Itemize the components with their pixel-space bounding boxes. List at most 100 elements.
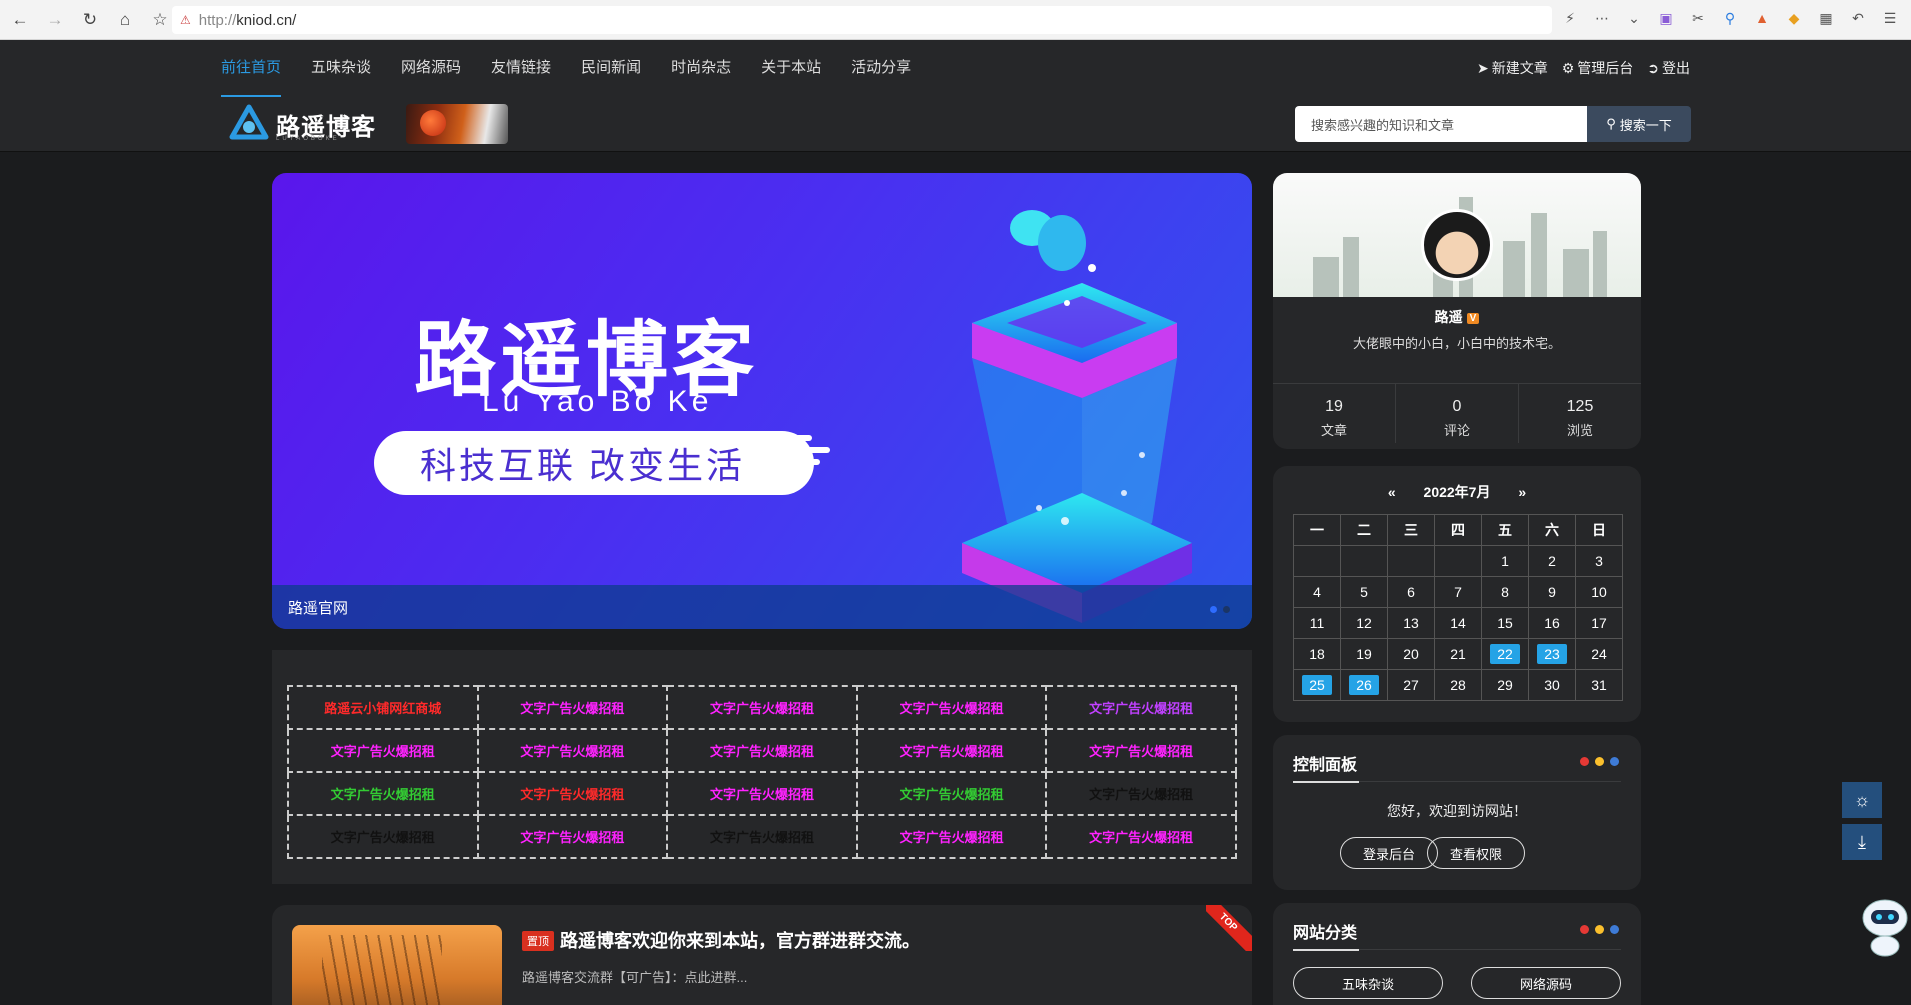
text-ad-link[interactable]: 文字广告火爆招租 xyxy=(855,728,1048,773)
site-logo[interactable]: 路遥博客 LUYAOBOKE xyxy=(228,100,508,148)
calendar-day[interactable]: 12 xyxy=(1340,607,1388,639)
text-ad-link[interactable]: 文字广告火爆招租 xyxy=(666,685,858,730)
text-ad-link[interactable]: 文字广告火爆招租 xyxy=(666,814,858,859)
nav-item-links[interactable]: 友情链接 xyxy=(491,40,551,95)
address-bar[interactable]: ⚠ http://kniod.cn/ xyxy=(172,6,1552,34)
calendar-day[interactable]: 20 xyxy=(1387,638,1435,670)
text-ad-link[interactable]: 文字广告火爆招租 xyxy=(476,771,669,816)
nav-item-about[interactable]: 关于本站 xyxy=(761,40,821,95)
calendar-day[interactable]: 13 xyxy=(1387,607,1435,639)
text-ad-link[interactable]: 文字广告火爆招租 xyxy=(666,771,858,816)
hero-banner[interactable]: 路遥博客 Lu Yao Bo Ke 科技互联 改变生活 路遥官网 xyxy=(272,173,1252,629)
nav-item-wuwei[interactable]: 五味杂谈 xyxy=(311,40,371,95)
text-ad-link[interactable]: 文字广告火爆招租 xyxy=(1045,814,1237,859)
calendar-next-button[interactable]: » xyxy=(1518,484,1526,500)
calendar-day[interactable]: 6 xyxy=(1387,576,1435,608)
text-ad-link[interactable]: 文字广告火爆招租 xyxy=(287,728,479,773)
calendar-day-post-marker[interactable]: 26 xyxy=(1349,675,1379,695)
calendar-day[interactable]: 26 xyxy=(1340,669,1388,701)
extension-icon[interactable]: ▣ xyxy=(1655,7,1677,29)
calendar-day[interactable]: 23 xyxy=(1528,638,1576,670)
apps-grid-icon[interactable]: ▦ xyxy=(1815,7,1837,29)
calendar-day-post-marker[interactable]: 23 xyxy=(1537,644,1567,664)
post-title[interactable]: 路遥博客欢迎你来到本站，官方群进群交流。 xyxy=(560,927,920,953)
slider-dot[interactable] xyxy=(1210,606,1217,613)
category-wuwei-button[interactable]: 五味杂谈 xyxy=(1293,967,1443,999)
calendar-day[interactable]: 22 xyxy=(1481,638,1529,670)
undo-icon[interactable]: ↶ xyxy=(1847,7,1869,29)
text-ad-link[interactable]: 文字广告火爆招租 xyxy=(476,814,669,859)
nav-item-news[interactable]: 民间新闻 xyxy=(581,40,641,95)
calendar-day-post-marker[interactable]: 22 xyxy=(1490,644,1520,664)
calendar-day[interactable]: 14 xyxy=(1434,607,1482,639)
more-icon[interactable]: ⋯ xyxy=(1591,7,1613,29)
back-icon[interactable]: ← xyxy=(5,5,35,35)
search-button[interactable]: ⚲ 搜索一下 xyxy=(1587,106,1691,142)
nav-item-source[interactable]: 网络源码 xyxy=(401,40,461,95)
calendar-day[interactable]: 8 xyxy=(1481,576,1529,608)
calendar-day[interactable]: 31 xyxy=(1575,669,1623,701)
calendar-day[interactable]: 9 xyxy=(1528,576,1576,608)
calendar-day[interactable]: 10 xyxy=(1575,576,1623,608)
logout-link[interactable]: ➲ 登出 xyxy=(1647,58,1690,78)
calendar-day[interactable]: 4 xyxy=(1293,576,1341,608)
calendar-day[interactable]: 28 xyxy=(1434,669,1482,701)
bookmark-star-icon[interactable]: ☆ xyxy=(145,5,175,35)
text-ad-link[interactable]: 文字广告火爆招租 xyxy=(855,814,1048,859)
admin-link[interactable]: ⚙ 管理后台 xyxy=(1562,58,1634,78)
home-icon[interactable]: ⌂ xyxy=(110,5,140,35)
calendar-day[interactable]: 24 xyxy=(1575,638,1623,670)
calendar-day[interactable]: 15 xyxy=(1481,607,1529,639)
calendar-day[interactable]: 5 xyxy=(1340,576,1388,608)
search-ext-icon[interactable]: ⚲ xyxy=(1719,7,1741,29)
calendar-prev-button[interactable]: « xyxy=(1388,484,1396,500)
calendar-day[interactable]: 7 xyxy=(1434,576,1482,608)
download-button[interactable]: ⤓ xyxy=(1842,824,1882,860)
calendar-day[interactable]: 1 xyxy=(1481,545,1529,577)
text-ad-link[interactable]: 文字广告火爆招租 xyxy=(287,814,479,859)
calendar-day[interactable]: 25 xyxy=(1293,669,1341,701)
calendar-day[interactable]: 3 xyxy=(1575,545,1623,577)
calendar-day[interactable]: 21 xyxy=(1434,638,1482,670)
game-icon[interactable]: ▲ xyxy=(1751,7,1773,29)
text-ad-link[interactable]: 文字广告火爆招租 xyxy=(1045,728,1237,773)
slider-dot[interactable] xyxy=(1223,606,1230,613)
robot-mascot-icon[interactable] xyxy=(1855,890,1911,960)
nav-item-fashion[interactable]: 时尚杂志 xyxy=(671,40,731,95)
calendar-day[interactable]: 19 xyxy=(1340,638,1388,670)
text-ad-link[interactable]: 文字广告火爆招租 xyxy=(1045,771,1237,816)
calendar-day[interactable]: 16 xyxy=(1528,607,1576,639)
calendar-day[interactable]: 2 xyxy=(1528,545,1576,577)
menu-icon[interactable]: ☰ xyxy=(1879,7,1901,29)
avatar[interactable] xyxy=(1421,209,1493,281)
search-input[interactable]: 搜索感兴趣的知识和文章 xyxy=(1295,106,1591,142)
text-ad-link[interactable]: 文字广告火爆招租 xyxy=(855,685,1048,730)
nav-item-events[interactable]: 活动分享 xyxy=(851,40,911,95)
text-ad-link[interactable]: 文字广告火爆招租 xyxy=(287,771,479,816)
text-ad-link[interactable]: 路遥云小铺网红商城 xyxy=(287,685,479,730)
text-ad-link[interactable]: 文字广告火爆招租 xyxy=(1045,685,1237,730)
nav-item-home[interactable]: 前往首页 xyxy=(221,40,282,97)
text-ad-link[interactable]: 文字广告火爆招租 xyxy=(666,728,858,773)
login-admin-button[interactable]: 登录后台 xyxy=(1340,837,1438,869)
calendar-day[interactable]: 17 xyxy=(1575,607,1623,639)
post-thumbnail[interactable] xyxy=(292,925,502,1005)
text-ad-link[interactable]: 文字广告火爆招租 xyxy=(476,728,669,773)
text-ad-link[interactable]: 文字广告火爆招租 xyxy=(476,685,669,730)
reload-icon[interactable]: ↻ xyxy=(75,5,105,35)
theme-toggle-button[interactable]: ☼ xyxy=(1842,782,1882,818)
calendar-day-post-marker[interactable]: 25 xyxy=(1302,675,1332,695)
chevron-down-icon[interactable]: ⌄ xyxy=(1623,7,1645,29)
category-source-button[interactable]: 网络源码 xyxy=(1471,967,1621,999)
new-post-link[interactable]: ➤ 新建文章 xyxy=(1477,58,1548,78)
view-permissions-button[interactable]: 查看权限 xyxy=(1427,837,1525,869)
calendar-day[interactable]: 30 xyxy=(1528,669,1576,701)
forward-icon[interactable]: → xyxy=(40,5,70,35)
calendar-day[interactable]: 18 xyxy=(1293,638,1341,670)
pinned-post-card[interactable]: TOP 置顶 路遥博客欢迎你来到本站，官方群进群交流。 路遥博客交流群【可广告】… xyxy=(272,905,1252,1005)
shield-icon[interactable]: ◆ xyxy=(1783,7,1805,29)
text-ad-link[interactable]: 文字广告火爆招租 xyxy=(855,771,1048,816)
calendar-day[interactable]: 27 xyxy=(1387,669,1435,701)
calendar-day[interactable]: 29 xyxy=(1481,669,1529,701)
lightning-icon[interactable]: ⚡ xyxy=(1559,7,1581,29)
